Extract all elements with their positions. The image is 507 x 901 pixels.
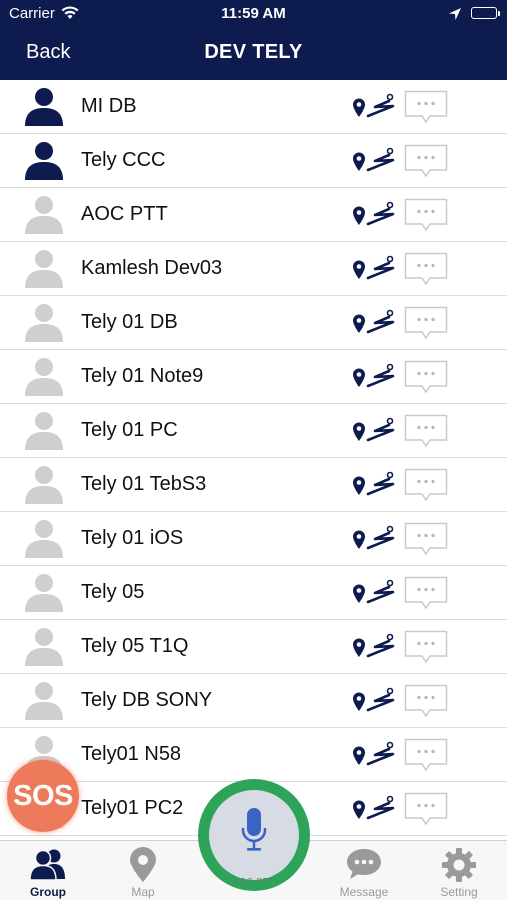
contact-name: MI DB bbox=[81, 95, 137, 117]
tab-label: Map bbox=[131, 885, 155, 899]
battery-icon bbox=[471, 7, 497, 19]
contact-name: Tely01 PC2 bbox=[81, 797, 184, 819]
contact-row[interactable]: Tely DB SONY bbox=[0, 674, 507, 728]
contact-row[interactable]: Tely 01 iOS bbox=[0, 512, 507, 566]
contact-name: AOC PTT bbox=[81, 203, 168, 225]
person-icon bbox=[25, 142, 63, 180]
tab-label: Group bbox=[30, 885, 66, 899]
chat-icon[interactable] bbox=[404, 252, 448, 286]
contact-name: Tely 01 PC bbox=[81, 419, 178, 441]
status-bar: Carrier 11:59 AM bbox=[0, 0, 507, 28]
chat-icon[interactable] bbox=[404, 792, 448, 826]
message-icon bbox=[347, 849, 381, 879]
tab-label: Message bbox=[339, 885, 389, 899]
chat-icon[interactable] bbox=[404, 144, 448, 178]
chat-icon[interactable] bbox=[404, 738, 448, 772]
route-icon[interactable] bbox=[351, 146, 395, 176]
route-icon[interactable] bbox=[351, 794, 395, 824]
person-icon bbox=[25, 628, 63, 666]
group-icon bbox=[29, 849, 65, 881]
contact-row[interactable]: Tely CCC bbox=[0, 134, 507, 188]
person-icon bbox=[25, 682, 63, 720]
contact-row[interactable]: Tely 01 PC bbox=[0, 404, 507, 458]
page-title: DEV TELY bbox=[204, 41, 303, 63]
person-icon bbox=[25, 574, 63, 612]
contact-name: Tely 05 bbox=[81, 581, 145, 603]
contact-row[interactable]: MI DB bbox=[0, 80, 507, 134]
ptt-label: AOC PTT bbox=[233, 877, 275, 886]
route-icon[interactable] bbox=[351, 308, 395, 338]
contact-row[interactable]: Kamlesh Dev03 bbox=[0, 242, 507, 296]
gear-icon bbox=[442, 848, 476, 882]
tab-group[interactable]: Group bbox=[3, 841, 93, 901]
contact-row[interactable]: Tely01 N58 bbox=[0, 728, 507, 782]
person-icon bbox=[25, 304, 63, 342]
contact-row[interactable]: Tely 01 Note9 bbox=[0, 350, 507, 404]
person-icon bbox=[25, 358, 63, 396]
person-icon bbox=[25, 520, 63, 558]
contact-name: Tely 01 iOS bbox=[81, 527, 184, 549]
sos-button[interactable]: SOS bbox=[7, 760, 79, 832]
route-icon[interactable] bbox=[351, 254, 395, 284]
contact-name: Tely 01 TebS3 bbox=[81, 473, 207, 495]
contact-row[interactable]: Tely 01 DB bbox=[0, 296, 507, 350]
chat-icon[interactable] bbox=[404, 90, 448, 124]
contact-row[interactable]: Tely 05 T1Q bbox=[0, 620, 507, 674]
contact-list: MI DB Tely CCC AOC PTT Kamlesh Dev03 Tely 01… bbox=[0, 80, 507, 836]
contact-name: Tely 01 DB bbox=[81, 311, 178, 333]
route-icon[interactable] bbox=[351, 524, 395, 554]
ptt-button[interactable]: AOC PTT bbox=[198, 779, 310, 891]
chat-icon[interactable] bbox=[404, 360, 448, 394]
chat-icon[interactable] bbox=[404, 306, 448, 340]
person-icon bbox=[25, 196, 63, 234]
route-icon[interactable] bbox=[351, 416, 395, 446]
chat-icon[interactable] bbox=[404, 414, 448, 448]
tab-map[interactable]: Map bbox=[98, 841, 188, 901]
status-time: 11:59 AM bbox=[221, 5, 286, 22]
contact-row[interactable]: Tely 01 TebS3 bbox=[0, 458, 507, 512]
person-icon bbox=[25, 466, 63, 504]
tab-message[interactable]: Message bbox=[319, 841, 409, 901]
chat-icon[interactable] bbox=[404, 684, 448, 718]
route-icon[interactable] bbox=[351, 578, 395, 608]
contact-name: Tely CCC bbox=[81, 149, 166, 171]
route-icon[interactable] bbox=[351, 200, 395, 230]
person-icon bbox=[25, 250, 63, 288]
sos-label: SOS bbox=[13, 780, 73, 812]
contact-name: Tely01 N58 bbox=[81, 743, 182, 765]
contact-row[interactable]: Tely 05 bbox=[0, 566, 507, 620]
tab-setting[interactable]: Setting bbox=[414, 841, 504, 901]
contact-name: Tely 05 T1Q bbox=[81, 635, 189, 657]
app-header: Carrier 11:59 AM Back DEV TELY bbox=[0, 0, 507, 80]
microphone-icon bbox=[241, 808, 267, 851]
contact-name: Tely 01 Note9 bbox=[81, 365, 204, 387]
chat-icon[interactable] bbox=[404, 468, 448, 502]
chat-icon[interactable] bbox=[404, 576, 448, 610]
contact-row[interactable]: AOC PTT bbox=[0, 188, 507, 242]
location-arrow-icon bbox=[448, 7, 462, 26]
person-icon bbox=[25, 88, 63, 126]
person-icon bbox=[25, 412, 63, 450]
route-icon[interactable] bbox=[351, 740, 395, 770]
route-icon[interactable] bbox=[351, 470, 395, 500]
tab-label: Setting bbox=[440, 885, 478, 899]
chat-icon[interactable] bbox=[404, 630, 448, 664]
route-icon[interactable] bbox=[351, 92, 395, 122]
route-icon[interactable] bbox=[351, 632, 395, 662]
route-icon[interactable] bbox=[351, 362, 395, 392]
route-icon[interactable] bbox=[351, 686, 395, 716]
contact-name: Kamlesh Dev03 bbox=[81, 257, 223, 279]
chat-icon[interactable] bbox=[404, 198, 448, 232]
chat-icon[interactable] bbox=[404, 522, 448, 556]
contact-name: Tely DB SONY bbox=[81, 689, 213, 711]
map-pin-icon bbox=[130, 847, 156, 882]
